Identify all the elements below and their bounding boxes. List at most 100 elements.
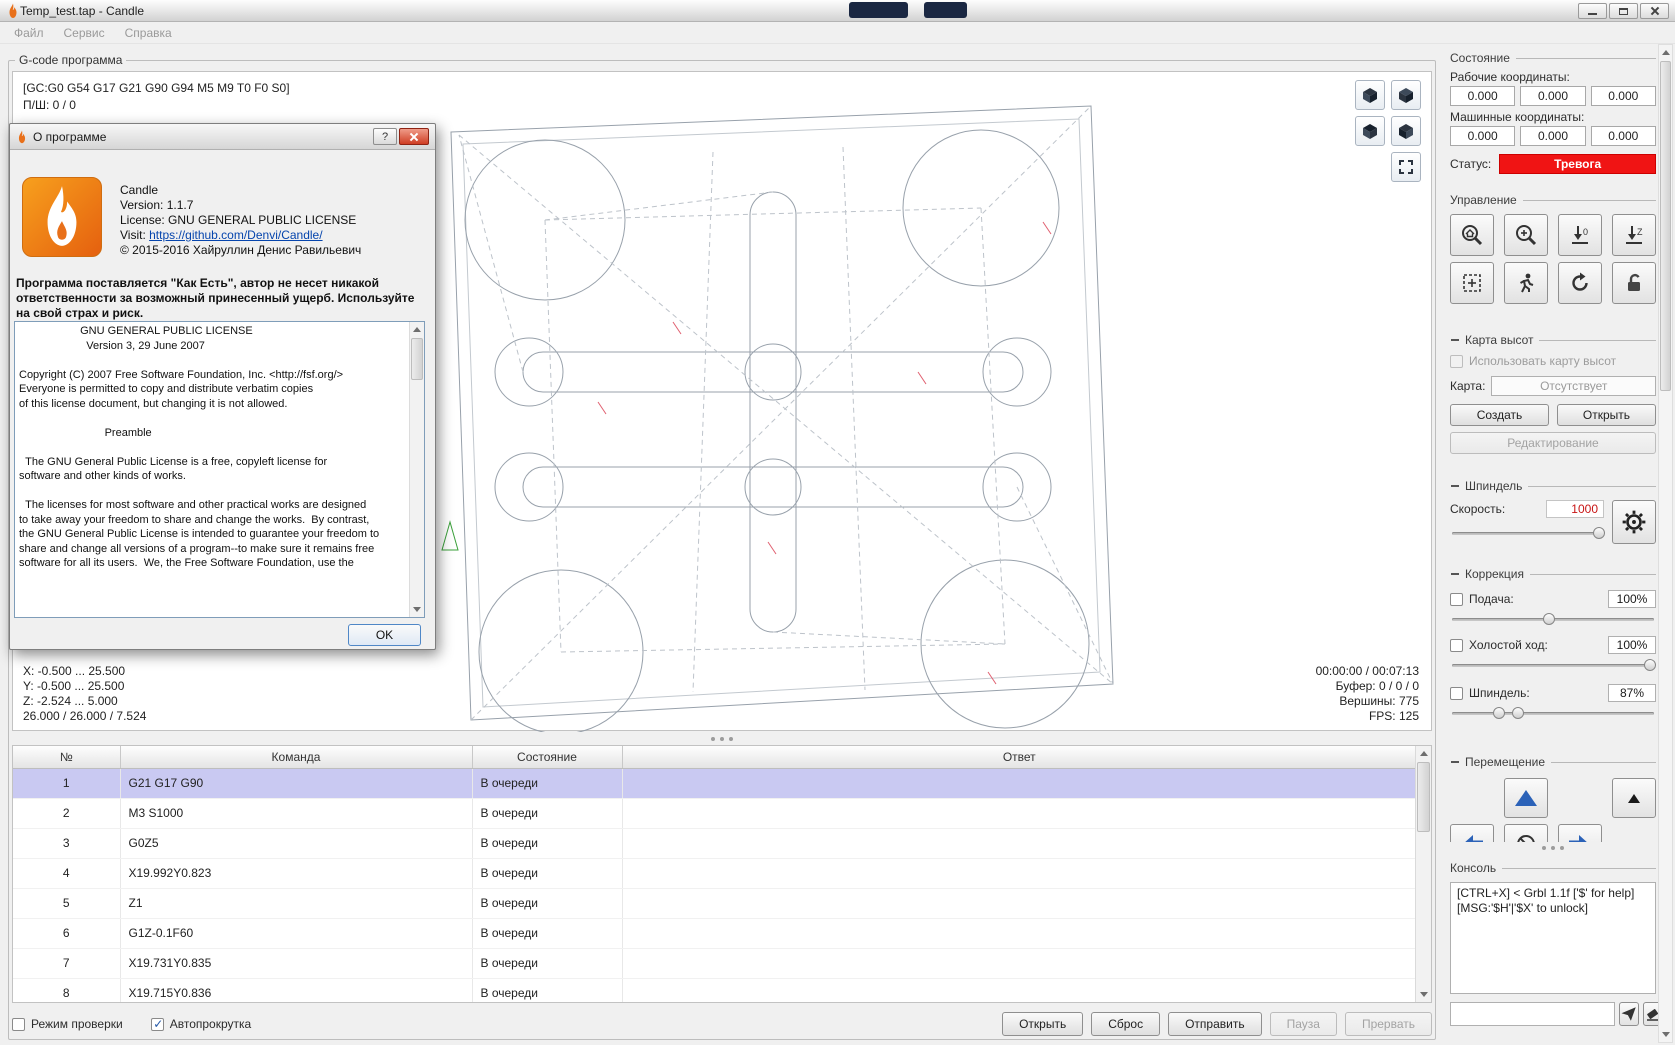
gcode-table-body: 1 G21 G17 G90 В очереди 2 M3 S1000 В оче… [13,768,1417,1002]
scroll-up-button[interactable] [410,322,424,337]
spindle-override-slider[interactable] [1450,706,1656,720]
home-button[interactable] [1450,214,1494,256]
feed-override-slider[interactable] [1450,612,1656,626]
spindle-toggle-button[interactable] [1612,500,1656,544]
spindle-override-checkbox[interactable] [1450,686,1463,700]
console-log[interactable]: [CTRL+X] < Grbl 1.1f ['$' for help] [MSG… [1450,882,1656,994]
view-top-button[interactable] [1355,80,1385,110]
panel-scrollbar-thumb[interactable] [1660,61,1671,391]
heightmap-open-button[interactable]: Открыть [1557,404,1656,426]
table-row[interactable]: 6 G1Z-0.1F60 В очереди [13,918,1417,949]
spindle-speed-slider[interactable] [1450,526,1606,540]
zero-xy-button[interactable]: 0 [1558,214,1602,256]
jog-y-plus-button[interactable] [1504,778,1548,818]
table-row[interactable]: 2 M3 S1000 В очереди [13,798,1417,829]
reset-button[interactable]: Сброс [1091,1012,1161,1036]
table-row[interactable]: 8 X19.715Y0.836 В очереди [13,978,1417,1002]
menu-file[interactable]: Файл [4,24,54,42]
divider [1539,339,1656,341]
panel-splitter-handle[interactable] [1450,842,1656,854]
send-button[interactable]: Отправить [1168,1012,1262,1036]
tool-position-marker [441,520,459,551]
check-mode-button[interactable] [1504,262,1548,304]
table-row[interactable]: 7 X19.731Y0.835 В очереди [13,948,1417,979]
panel-scrollbar[interactable] [1658,44,1673,1043]
project-link[interactable]: https://github.com/Denvi/Candle/ [149,228,322,242]
panel-scroll-down-button[interactable] [1659,1027,1672,1042]
zero-z-button[interactable]: Z [1612,214,1656,256]
table-row[interactable]: 1 G21 G17 G90 В очереди [13,768,1417,799]
col-header-number[interactable]: № [13,746,121,769]
table-row[interactable]: 3 G0Z5 В очереди [13,828,1417,859]
heightmap-create-button[interactable]: Создать [1450,404,1549,426]
col-header-state[interactable]: Состояние [472,746,623,769]
flame-logo-icon [47,186,77,246]
autoscroll-checkbox[interactable] [150,1017,165,1031]
jog-pad [1450,778,1656,842]
collapse-icon[interactable] [1450,758,1459,767]
slider-knob[interactable] [1643,659,1656,671]
collapse-icon[interactable] [1450,482,1459,491]
scroll-down-button[interactable] [1416,987,1431,1002]
slider-knob[interactable] [1593,527,1606,539]
unlock-button[interactable] [1612,262,1656,304]
restore-origin-button[interactable] [1450,262,1494,304]
open-file-button[interactable]: Открыть [1002,1012,1084,1036]
slider-knob[interactable] [1493,707,1506,719]
grbl-reset-button[interactable] [1558,262,1602,304]
speed-value-field[interactable]: 1000 [1546,500,1604,518]
slider-knob[interactable] [1542,613,1555,625]
probe-search-button[interactable] [1504,214,1548,256]
menu-service[interactable]: Сервис [54,24,115,42]
slider-knob[interactable] [1511,707,1524,719]
autoscroll-group[interactable]: Автопрокрутка [150,1017,251,1031]
license-scrollbar[interactable] [409,322,424,617]
check-mode-group[interactable]: Режим проверки [12,1017,123,1031]
titlebar[interactable]: Temp_test.tap - Candle [0,0,1675,22]
table-row[interactable]: 4 X19.992Y0.823 В очереди [13,858,1417,889]
cell-response [622,768,1417,799]
feed-override-value[interactable]: 100% [1608,590,1656,608]
menu-help[interactable]: Справка [115,24,182,42]
view-buttons [1355,80,1421,182]
collapse-icon[interactable] [1450,336,1459,345]
status-badge: Тревога [1499,154,1656,174]
view-side-button[interactable] [1355,116,1385,146]
console-send-button[interactable] [1619,1002,1639,1026]
fit-view-button[interactable] [1391,152,1421,182]
view-front-button[interactable] [1391,80,1421,110]
dialog-titlebar[interactable]: О программе ? [10,124,435,150]
table-scrollbar[interactable] [1415,746,1431,1002]
jog-stop-button[interactable] [1504,824,1548,842]
view-isometric-button[interactable] [1391,116,1421,146]
spindle-override-value[interactable]: 87% [1608,684,1656,702]
rapid-override-slider[interactable] [1450,658,1656,672]
close-button[interactable] [1640,3,1669,19]
jog-z-plus-button[interactable] [1612,778,1656,818]
scroll-down-button[interactable] [410,602,424,617]
col-header-response[interactable]: Ответ [622,746,1417,769]
panel-scroll-up-button[interactable] [1659,45,1672,60]
splitter-handle[interactable] [9,733,1435,745]
license-box[interactable]: GNU GENERAL PUBLIC LICENSE Version 3, 29… [14,321,425,618]
license-text: GNU GENERAL PUBLIC LICENSE Version 3, 29… [19,325,380,569]
maximize-button[interactable] [1609,3,1638,19]
minimize-button[interactable] [1578,3,1607,19]
cell-command: G1Z-0.1F60 [120,918,473,949]
table-row[interactable]: 5 Z1 В очереди [13,888,1417,919]
collapse-icon[interactable] [1450,570,1459,579]
dialog-help-button[interactable]: ? [373,128,397,145]
dialog-close-button[interactable] [399,128,429,145]
scroll-up-button[interactable] [1416,746,1431,761]
rapid-override-value[interactable]: 100% [1608,636,1656,654]
jog-x-plus-button[interactable] [1558,824,1602,842]
jog-x-minus-button[interactable] [1450,824,1494,842]
console-input[interactable] [1450,1002,1615,1026]
col-header-command[interactable]: Команда [120,746,473,769]
scrollbar-thumb[interactable] [411,338,423,380]
check-mode-checkbox[interactable] [12,1017,25,1031]
ok-button[interactable]: OK [348,624,421,646]
rapid-override-checkbox[interactable] [1450,638,1463,652]
scrollbar-thumb[interactable] [1417,762,1430,832]
feed-override-checkbox[interactable] [1450,592,1463,606]
